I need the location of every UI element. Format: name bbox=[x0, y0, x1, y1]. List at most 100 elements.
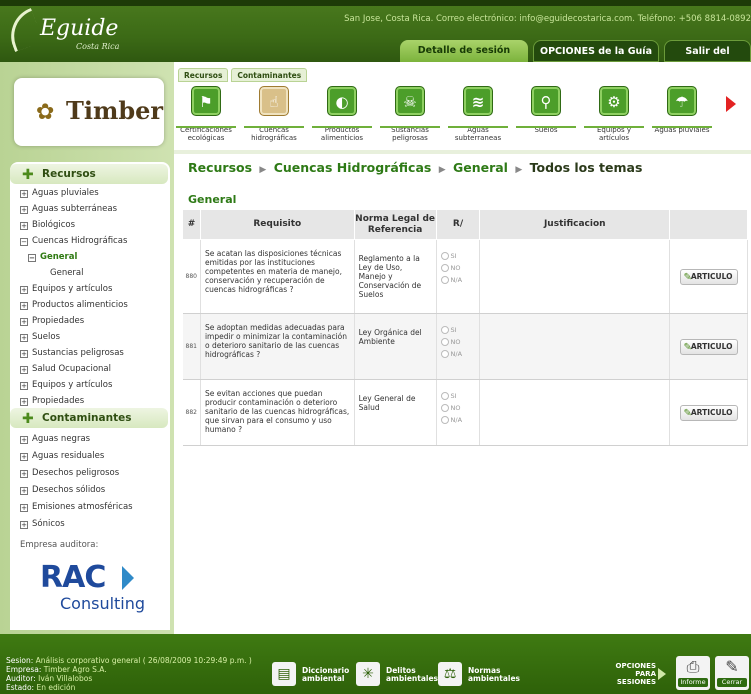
justificacion-cell[interactable] bbox=[479, 379, 671, 446]
tab-salir-sistema[interactable]: Salir del sistema bbox=[664, 40, 751, 62]
radio-option[interactable]: NO bbox=[440, 338, 476, 350]
requisito-text: Se adoptan medidas adecuadas para impedi… bbox=[200, 313, 355, 380]
subtab-contaminantes[interactable]: Contaminantes bbox=[231, 68, 308, 82]
sidebar-item[interactable]: + Salud Ocupacional bbox=[20, 364, 111, 378]
sidebar-item[interactable]: + Productos alimenticios bbox=[20, 300, 128, 314]
sidebar-section-recursos[interactable]: ✚ Recursos bbox=[10, 164, 168, 184]
cerrar-button[interactable]: ✎ Cerrar bbox=[715, 656, 749, 690]
response-options: SI NO N/A bbox=[436, 239, 481, 314]
expand-icon[interactable]: + bbox=[20, 398, 28, 406]
collapse-icon[interactable]: − bbox=[28, 254, 36, 262]
expand-icon[interactable]: + bbox=[20, 436, 28, 444]
collapse-icon[interactable]: − bbox=[20, 238, 28, 246]
sidebar-item[interactable]: + Desechos peligrosos bbox=[20, 468, 119, 482]
sidebar-item[interactable]: + Aguas residuales bbox=[20, 451, 104, 465]
expand-icon[interactable]: + bbox=[20, 190, 28, 198]
radio-circle-icon[interactable] bbox=[440, 404, 449, 412]
expand-icon[interactable]: + bbox=[20, 222, 28, 230]
sidebar-item[interactable]: + Propiedades bbox=[20, 316, 84, 330]
expand-icon[interactable]: + bbox=[20, 470, 28, 478]
sidebar-item-label: General bbox=[50, 268, 84, 278]
sidebar-item[interactable]: + Aguas subterráneas bbox=[20, 204, 117, 218]
expand-icon[interactable]: + bbox=[20, 487, 28, 495]
radio-circle-icon[interactable] bbox=[440, 252, 449, 260]
skull-icon: ☠ bbox=[395, 86, 425, 116]
sidebar-item[interactable]: + Suelos bbox=[20, 332, 60, 346]
articulo-button[interactable]: ✎ ARTICULO bbox=[679, 268, 738, 285]
radio-option[interactable]: SI bbox=[440, 392, 476, 404]
rac-logo-text: RAC bbox=[40, 560, 106, 595]
justificacion-cell[interactable] bbox=[479, 239, 671, 314]
expand-icon[interactable]: + bbox=[20, 453, 28, 461]
sidebar-item[interactable]: + Biológicos bbox=[20, 220, 75, 234]
radio-option[interactable]: N/A bbox=[440, 350, 476, 362]
radio-option[interactable]: SI bbox=[440, 326, 476, 338]
expand-icon[interactable]: + bbox=[20, 521, 28, 529]
breadcrumb-item[interactable]: Cuencas Hidrográficas bbox=[274, 160, 432, 175]
expand-icon[interactable]: + bbox=[20, 350, 28, 358]
action-cell: ✎ ARTICULO bbox=[669, 313, 748, 380]
sidebar-item[interactable]: + Desechos sólidos bbox=[20, 485, 105, 499]
expand-icon[interactable]: + bbox=[20, 382, 28, 390]
radio-option[interactable]: NO bbox=[440, 264, 476, 276]
articulo-button[interactable]: ✎ ARTICULO bbox=[679, 404, 738, 421]
category-5[interactable]: ⚲ Suelos bbox=[514, 86, 578, 148]
tab-detalle-sesion[interactable]: Detalle de sesión bbox=[400, 40, 528, 62]
radio-circle-icon[interactable] bbox=[440, 338, 449, 346]
sidebar-item[interactable]: + Aguas negras bbox=[20, 434, 90, 448]
sidebar-item[interactable]: + Aguas pluviales bbox=[20, 188, 99, 202]
breadcrumb-item[interactable]: Recursos bbox=[188, 160, 252, 175]
expand-icon[interactable]: + bbox=[20, 206, 28, 214]
category-6[interactable]: ⚙ Equipos y artículos bbox=[582, 86, 646, 148]
expand-icon[interactable]: + bbox=[20, 504, 28, 512]
category-1[interactable]: ☝ Cuencas hidrográficas bbox=[242, 86, 306, 148]
contact-info: San Jose, Costa Rica. Correo electrónico… bbox=[344, 14, 751, 24]
expand-icon[interactable]: + bbox=[20, 302, 28, 310]
sidebar-item[interactable]: − Cuencas Hidrográficas bbox=[20, 236, 127, 250]
expand-icon[interactable]: + bbox=[20, 286, 28, 294]
expand-icon[interactable]: + bbox=[20, 334, 28, 342]
radio-circle-icon[interactable] bbox=[440, 350, 449, 358]
eguide-logo[interactable]: Eguide Costa Rica bbox=[2, 7, 156, 54]
category-2[interactable]: ◐ Productos alimenticios bbox=[310, 86, 374, 148]
radio-label: NO bbox=[450, 404, 461, 412]
radio-label: SI bbox=[450, 326, 457, 334]
arrow-right-icon[interactable] bbox=[658, 668, 666, 680]
category-7[interactable]: ☂ Aguas pluviales bbox=[650, 86, 714, 148]
opciones-sesiones-link[interactable]: OPCIONES PARA SESIONES bbox=[610, 662, 656, 686]
articulo-button[interactable]: ✎ ARTICULO bbox=[679, 338, 738, 355]
radio-circle-icon[interactable] bbox=[440, 416, 449, 424]
radio-circle-icon[interactable] bbox=[440, 326, 449, 334]
sidebar-item-label: Productos alimenticios bbox=[32, 300, 128, 310]
sidebar-item[interactable]: + Equipos y artículos bbox=[20, 284, 112, 298]
radio-option[interactable]: N/A bbox=[440, 416, 476, 428]
subtab-recursos[interactable]: Recursos bbox=[178, 68, 229, 82]
radio-option[interactable]: NO bbox=[440, 404, 476, 416]
category-0[interactable]: ⚑ Certificaciones ecológicas bbox=[174, 86, 238, 148]
justificacion-cell[interactable] bbox=[479, 313, 671, 380]
radio-option[interactable]: N/A bbox=[440, 276, 476, 288]
sidebar-item[interactable]: − General bbox=[28, 252, 77, 266]
session-value: En edición bbox=[36, 683, 76, 692]
sidebar-item[interactable]: + Sustancias peligrosas bbox=[20, 348, 124, 362]
sidebar-item-label: Desechos sólidos bbox=[32, 485, 106, 495]
radio-circle-icon[interactable] bbox=[440, 276, 449, 284]
sidebar-item[interactable]: + Sónicos bbox=[20, 519, 65, 533]
sidebar-item[interactable]: + Emisiones atmosféricas bbox=[20, 502, 133, 516]
breadcrumb-item[interactable]: General bbox=[453, 160, 508, 175]
sidebar-item[interactable]: General bbox=[50, 268, 84, 282]
expand-icon[interactable]: + bbox=[20, 366, 28, 374]
informe-button[interactable]: ⎙ Informe bbox=[676, 656, 710, 690]
category-4[interactable]: ≋ Aguas subterraneas bbox=[446, 86, 510, 148]
next-arrow-icon[interactable] bbox=[726, 96, 736, 112]
response-options: SI NO N/A bbox=[436, 379, 481, 446]
expand-icon[interactable]: + bbox=[20, 318, 28, 326]
tab-opciones-guia[interactable]: OPCIONES de la Guía bbox=[533, 40, 659, 62]
radio-circle-icon[interactable] bbox=[440, 264, 449, 272]
radio-circle-icon[interactable] bbox=[440, 392, 449, 400]
button-label: ARTICULO bbox=[690, 271, 733, 281]
sidebar-item[interactable]: + Equipos y artículos bbox=[20, 380, 112, 394]
category-3[interactable]: ☠ Sustancias peligrosas bbox=[378, 86, 442, 148]
sidebar-section-contaminantes[interactable]: ✚ Contaminantes bbox=[10, 408, 168, 428]
radio-option[interactable]: SI bbox=[440, 252, 476, 264]
